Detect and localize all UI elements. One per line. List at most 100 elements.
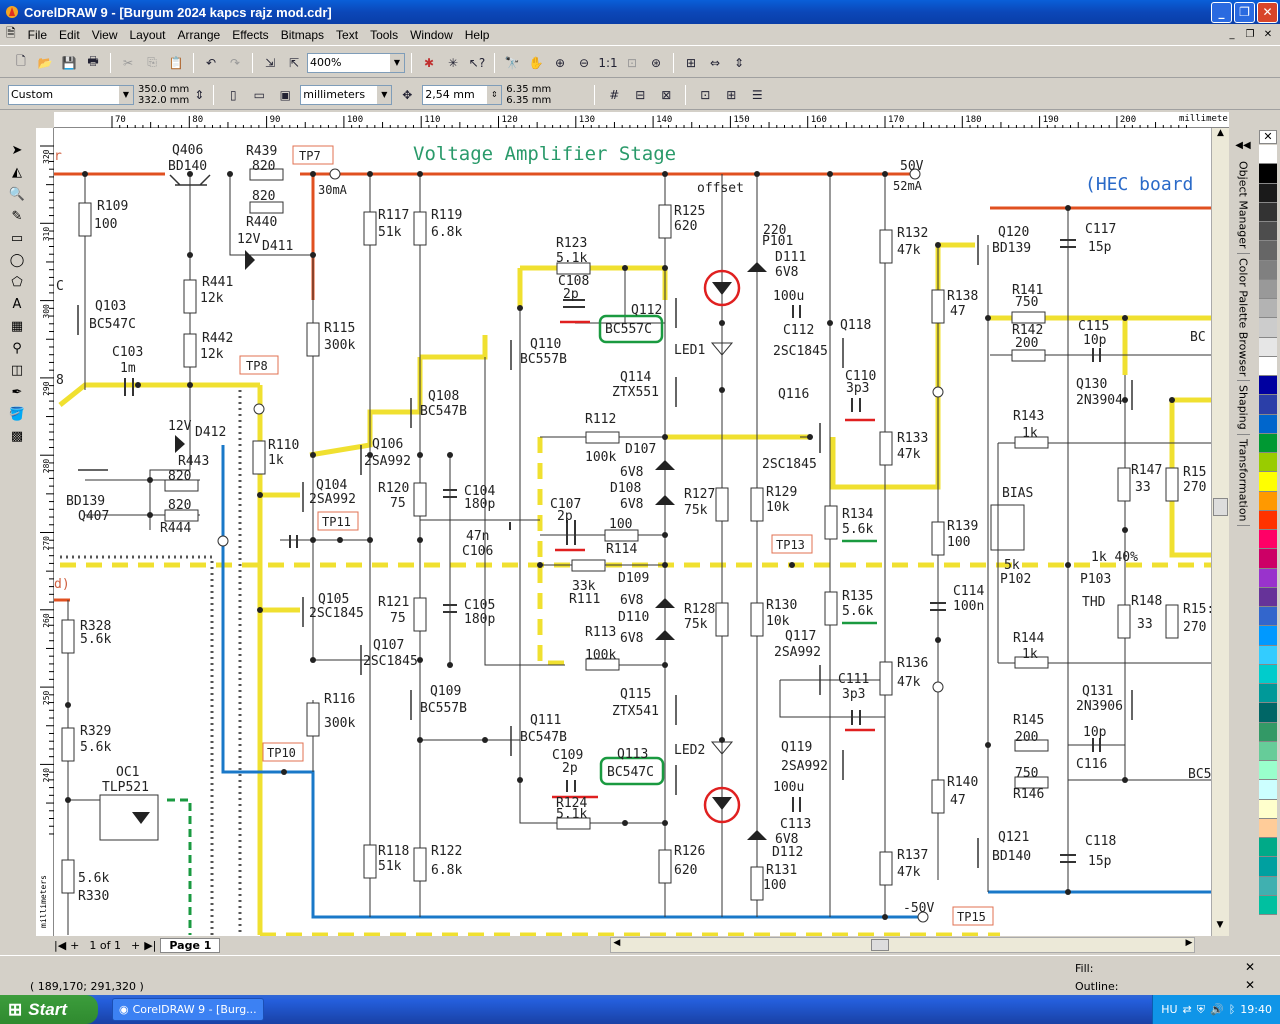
- menu-help[interactable]: Help: [459, 28, 496, 42]
- minimize-button[interactable]: _: [1211, 1, 1232, 23]
- palette-swatch[interactable]: [1259, 645, 1277, 665]
- open-icon[interactable]: 📂: [34, 52, 56, 74]
- palette-swatch[interactable]: [1259, 568, 1277, 588]
- treat-filled-icon[interactable]: ⊡: [694, 84, 716, 106]
- zoom-width-icon[interactable]: ⇔: [704, 52, 726, 74]
- palette-swatch[interactable]: [1259, 549, 1277, 569]
- zoom-in-icon[interactable]: ⊕: [549, 52, 571, 74]
- menu-window[interactable]: Window: [404, 28, 459, 42]
- ellipse-tool-icon[interactable]: ◯: [5, 250, 29, 271]
- volume-icon[interactable]: 🔊: [1210, 1003, 1224, 1016]
- close-button[interactable]: ✕: [1257, 1, 1278, 23]
- zoom-selected-icon[interactable]: ⊡: [621, 52, 643, 74]
- palette-swatch[interactable]: [1259, 530, 1277, 550]
- palette-swatch[interactable]: [1259, 664, 1277, 684]
- drawing-canvas[interactable]: Voltage Amplifier Stage (HEC board 50V 5…: [54, 128, 1211, 936]
- horizontal-scrollbar[interactable]: ◀ ▶: [610, 937, 1196, 953]
- no-fill-swatch[interactable]: ✕: [1259, 130, 1277, 144]
- pattern-fill-icon[interactable]: ▩: [5, 426, 29, 447]
- palette-swatch[interactable]: [1259, 395, 1277, 415]
- menu-effects[interactable]: Effects: [226, 28, 274, 42]
- spinner-icon[interactable]: ⇕: [193, 84, 205, 106]
- pan-icon[interactable]: ✋: [525, 52, 547, 74]
- palette-swatch[interactable]: [1259, 818, 1277, 838]
- draw-selected-icon[interactable]: ⊞: [720, 84, 742, 106]
- menu-layout[interactable]: Layout: [123, 28, 171, 42]
- palette-swatch[interactable]: [1259, 761, 1277, 781]
- docker-collapse-icon[interactable]: ◀◀: [1235, 140, 1250, 151]
- portrait-icon[interactable]: ▯: [222, 84, 244, 106]
- menu-text[interactable]: Text: [330, 28, 364, 42]
- doc-restore-button[interactable]: ❐: [1242, 28, 1258, 42]
- palette-swatch[interactable]: [1259, 780, 1277, 800]
- print-icon[interactable]: 🖶: [82, 52, 104, 74]
- dup-y-field[interactable]: 6.35 mm: [506, 95, 586, 106]
- menu-bitmaps[interactable]: Bitmaps: [275, 28, 330, 42]
- rectangle-tool-icon[interactable]: ▭: [5, 228, 29, 249]
- palette-swatch[interactable]: [1259, 876, 1277, 896]
- palette-swatch[interactable]: [1259, 491, 1277, 511]
- palette-swatch[interactable]: [1259, 607, 1277, 627]
- palette-swatch[interactable]: [1259, 857, 1277, 877]
- add-page-icon[interactable]: +: [70, 939, 79, 952]
- pick-tool-icon[interactable]: ➤: [5, 140, 29, 161]
- menu-file[interactable]: File: [22, 28, 53, 42]
- palette-swatch[interactable]: [1259, 356, 1277, 376]
- palette-swatch[interactable]: [1259, 703, 1277, 723]
- scroll-down-button[interactable]: ▼: [1212, 920, 1228, 936]
- cut-icon[interactable]: ✂: [117, 52, 139, 74]
- palette-swatch[interactable]: [1259, 799, 1277, 819]
- palette-swatch[interactable]: [1259, 626, 1277, 646]
- palette-swatch[interactable]: [1259, 741, 1277, 761]
- palette-swatch[interactable]: [1259, 472, 1277, 492]
- palette-swatch[interactable]: [1259, 318, 1277, 338]
- menu-view[interactable]: View: [86, 28, 124, 42]
- doc-minimize-button[interactable]: _: [1224, 28, 1240, 42]
- zoom-all-icon[interactable]: ⊛: [645, 52, 667, 74]
- paste-icon[interactable]: 📋: [165, 52, 187, 74]
- doc-close-button[interactable]: ✕: [1260, 28, 1276, 42]
- zoom-actual-icon[interactable]: 1:1: [597, 52, 619, 74]
- view-manager-icon[interactable]: 🔭: [501, 52, 523, 74]
- save-icon[interactable]: 💾: [58, 52, 80, 74]
- outline-tool-icon[interactable]: ✒: [5, 382, 29, 403]
- freehand-tool-icon[interactable]: ✎: [5, 206, 29, 227]
- palette-swatch[interactable]: [1259, 260, 1277, 280]
- add-page-after-icon[interactable]: +: [131, 939, 140, 952]
- palette-swatch[interactable]: [1259, 838, 1277, 858]
- paper-type-combo[interactable]: Custom ▼: [8, 84, 134, 105]
- dup-x-field[interactable]: 6.35 mm: [506, 84, 586, 95]
- page-height-field[interactable]: 332.0 mm: [138, 95, 189, 106]
- first-page-icon[interactable]: |◀: [54, 939, 66, 952]
- zoom-page-icon[interactable]: ⊞: [680, 52, 702, 74]
- palette-swatch[interactable]: [1259, 183, 1277, 203]
- landscape-icon[interactable]: ▭: [248, 84, 270, 106]
- palette-swatch[interactable]: [1259, 684, 1277, 704]
- doc-icon[interactable]: 🗎: [0, 24, 22, 45]
- units-combo[interactable]: millimeters ▼: [300, 84, 393, 105]
- snap-grid-icon[interactable]: #: [603, 84, 625, 106]
- palette-swatch[interactable]: [1259, 222, 1277, 242]
- interactive-tool-icon[interactable]: ◫: [5, 360, 29, 381]
- shield-icon[interactable]: ⛨: [1197, 1003, 1205, 1017]
- palette-swatch[interactable]: [1259, 145, 1277, 165]
- interactive-fill-icon[interactable]: ▦: [5, 316, 29, 337]
- polygon-tool-icon[interactable]: ⬠: [5, 272, 29, 293]
- vertical-scrollbar[interactable]: ▲ ▼: [1211, 128, 1229, 936]
- docker-shaping[interactable]: Shaping: [1236, 381, 1250, 435]
- shape-tool-icon[interactable]: ◭: [5, 162, 29, 183]
- palette-swatch[interactable]: [1259, 453, 1277, 473]
- palette-swatch[interactable]: [1259, 376, 1277, 396]
- color-palette[interactable]: [1259, 145, 1277, 915]
- fill-tool-icon[interactable]: 🪣: [5, 404, 29, 425]
- undo-icon[interactable]: ↶: [200, 52, 222, 74]
- palette-swatch[interactable]: [1259, 164, 1277, 184]
- palette-swatch[interactable]: [1259, 299, 1277, 319]
- palette-swatch[interactable]: [1259, 722, 1277, 742]
- whats-this-icon[interactable]: ↖?: [466, 52, 488, 74]
- palette-swatch[interactable]: [1259, 202, 1277, 222]
- maximize-button[interactable]: ❐: [1234, 1, 1255, 23]
- docker-color-palette-browser[interactable]: Color Palette Browser: [1236, 254, 1250, 381]
- hscroll-thumb[interactable]: [871, 939, 890, 951]
- taskbar-item-coreldraw[interactable]: ◉ CorelDRAW 9 - [Burg...: [112, 998, 264, 1021]
